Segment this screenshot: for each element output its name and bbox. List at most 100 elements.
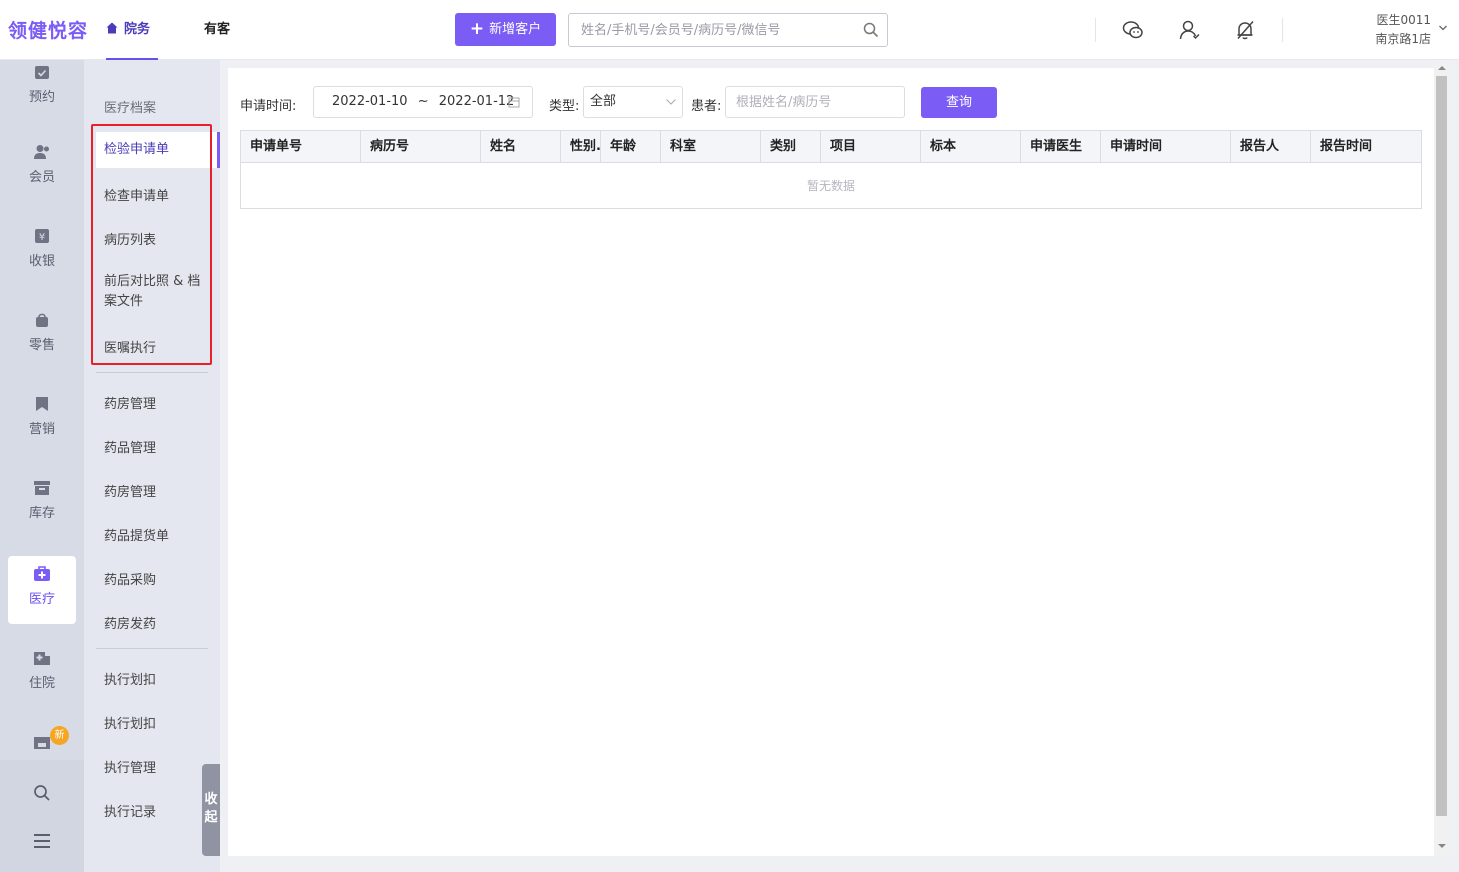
submenu-item-order-exec[interactable]: 医嘱执行 (104, 337, 228, 356)
rail-item-hospital[interactable]: 住院 (8, 640, 76, 708)
rail-item-appointment[interactable]: 预约 (8, 60, 76, 110)
submenu-item-deduct[interactable]: 执行划扣 (104, 669, 228, 688)
chevron-down-icon (666, 99, 676, 105)
column-header[interactable]: 申请医生 (1021, 131, 1101, 163)
left-rail: 预约 会员 ¥ 收银 零售 营销 库存 医疗 住院 新 (0, 60, 84, 872)
submenu-item-records[interactable]: 病历列表 (104, 229, 228, 248)
wechat-icon[interactable] (1122, 19, 1144, 41)
scroll-thumb[interactable] (1436, 76, 1447, 816)
global-search (568, 13, 888, 47)
menu-icon[interactable] (33, 834, 51, 848)
hospital-icon (34, 652, 50, 665)
main-panel: 申请时间: 2022-01-10 ~ 2022-01-12 类型: 全部 患者:… (228, 68, 1434, 856)
date-range-picker[interactable]: 2022-01-10 ~ 2022-01-12 (313, 86, 533, 118)
collapse-button[interactable]: 收起 (202, 764, 220, 856)
date-end: 2022-01-12 (438, 94, 515, 109)
rail-label: 住院 (28, 676, 55, 691)
submenu-item-pharmacy-2[interactable]: 药房管理 (104, 481, 228, 500)
bag-icon (36, 313, 48, 327)
date-start: 2022-01-10 (332, 94, 408, 109)
app-logo[interactable]: 领健悦容 (8, 16, 88, 43)
cashier-icon: ¥ (35, 229, 49, 243)
calendar-icon (508, 97, 520, 108)
submenu-item-drugs[interactable]: 药品管理 (104, 437, 228, 456)
submenu-item-deduct-2[interactable]: 执行划扣 (104, 713, 228, 732)
submenu-item-drug-pickup[interactable]: 药品提货单 (104, 525, 228, 544)
vertical-scrollbar[interactable] (1434, 60, 1449, 856)
user-info[interactable]: 医生0011 南京路1店 (1375, 11, 1431, 49)
patient-input[interactable] (726, 87, 896, 117)
rail-label: 库存 (28, 506, 55, 521)
rail-label: 医疗 (28, 592, 55, 607)
column-header[interactable]: 申请时间 (1101, 131, 1231, 163)
scroll-down-arrow[interactable] (1438, 844, 1446, 848)
chevron-down-icon[interactable] (1439, 25, 1447, 31)
global-search-input[interactable] (569, 14, 849, 46)
rail-label: 营销 (28, 422, 55, 437)
submenu-section-title: 医疗档案 (104, 101, 157, 116)
table-header: 申请单号 病历号 姓名 性别. 年龄 科室 类别 项目 标本 申请医生 申请时间… (241, 131, 1421, 163)
submenu: 医疗档案 检验申请单 检查申请单 病历列表 前后对比照 & 档案文件 医嘱执行 … (84, 60, 220, 872)
submenu-item-dispense[interactable]: 药房发药 (104, 613, 228, 632)
inventory-icon (34, 481, 50, 495)
rail-label: 预约 (28, 90, 55, 105)
query-button[interactable]: 查询 (921, 87, 997, 118)
submenu-item-pharmacy[interactable]: 药房管理 (104, 393, 228, 412)
store-icon[interactable] (34, 737, 50, 749)
column-header[interactable]: 类别 (761, 131, 821, 163)
rail-item-retail[interactable]: 零售 (8, 302, 76, 370)
user-icon[interactable] (1178, 19, 1200, 41)
search-icon[interactable] (33, 784, 51, 802)
rail-item-medical[interactable]: 医疗 (8, 556, 76, 624)
tab-yuanwu[interactable]: 院务 (106, 0, 158, 60)
svg-text:¥: ¥ (39, 232, 45, 243)
results-table: 申请单号 病历号 姓名 性别. 年龄 科室 类别 项目 标本 申请医生 申请时间… (240, 130, 1422, 209)
column-header[interactable]: 报告人 (1231, 131, 1311, 163)
tab-label: 有客 (204, 22, 231, 37)
submenu-item-lab-request[interactable]: 检验申请单 (96, 132, 220, 168)
type-value: 全部 (590, 94, 617, 109)
home-icon (106, 22, 118, 34)
column-header[interactable]: 科室 (661, 131, 761, 163)
column-header[interactable]: 年龄 (601, 131, 661, 163)
add-customer-button[interactable]: + 新增客户 (455, 13, 556, 46)
type-select[interactable]: 全部 (583, 86, 683, 118)
submenu-divider (96, 372, 208, 373)
column-header[interactable]: 性别. (561, 131, 601, 163)
submenu-item-drug-purchase[interactable]: 药品采购 (104, 569, 228, 588)
rail-label: 收银 (28, 254, 55, 269)
column-header[interactable]: 申请单号 (241, 131, 361, 163)
rail-label: 会员 (28, 170, 55, 185)
rail-item-marketing[interactable]: 营销 (8, 386, 76, 454)
patient-field (725, 86, 905, 118)
rail-item-cashier[interactable]: ¥ 收银 (8, 218, 76, 286)
date-separator: ~ (417, 94, 429, 109)
rail-label: 零售 (28, 338, 55, 353)
patient-label: 患者: (691, 99, 722, 114)
tab-youke[interactable]: 有客 (204, 0, 230, 60)
divider (1095, 18, 1096, 42)
rail-bottom (0, 760, 84, 872)
column-header[interactable]: 姓名 (481, 131, 561, 163)
submenu-item-exam-request[interactable]: 检查申请单 (104, 185, 228, 204)
column-header[interactable]: 标本 (921, 131, 1021, 163)
column-header[interactable]: 报告时间 (1311, 131, 1421, 163)
rail-item-members[interactable]: 会员 (8, 134, 76, 202)
column-header[interactable]: 项目 (821, 131, 921, 163)
medical-kit-icon (34, 566, 50, 581)
search-icon[interactable] (863, 22, 879, 38)
rail-item-inventory[interactable]: 库存 (8, 470, 76, 538)
submenu-divider (96, 648, 208, 649)
column-header[interactable]: 病历号 (361, 131, 481, 163)
calendar-icon (35, 66, 49, 79)
bell-off-icon[interactable] (1234, 19, 1256, 41)
scroll-up-arrow[interactable] (1438, 66, 1446, 70)
bookmark-icon (36, 397, 48, 411)
type-label: 类型: (549, 99, 580, 114)
submenu-item-compare-photos[interactable]: 前后对比照 & 档案文件 (104, 272, 210, 312)
user-store: 南京路1店 (1375, 32, 1431, 46)
plus-icon: + (469, 19, 485, 39)
empty-state: 暂无数据 (806, 179, 855, 193)
collapse-label: 收起 (204, 792, 218, 825)
add-customer-label: 新增客户 (489, 22, 542, 37)
